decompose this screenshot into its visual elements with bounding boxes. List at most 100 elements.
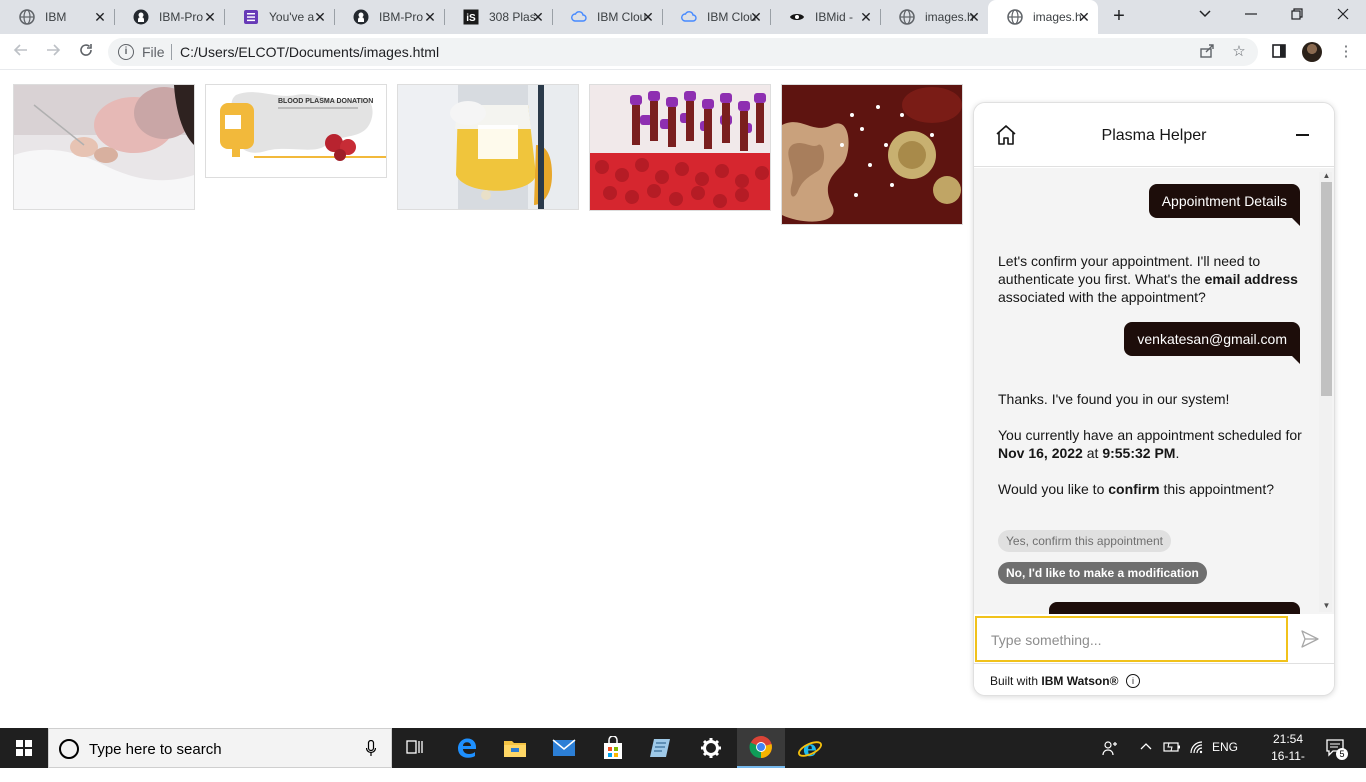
notes-app-icon[interactable] xyxy=(638,728,686,768)
url-text[interactable]: C:/Users/ELCOT/Documents/images.html xyxy=(180,44,439,60)
user-message: venkatesan@gmail.com xyxy=(1124,322,1300,364)
close-icon[interactable]: ✕ xyxy=(858,9,874,25)
new-tab-button[interactable]: + xyxy=(1109,6,1129,27)
internet-explorer-icon[interactable]: e xyxy=(786,728,834,768)
globe-icon xyxy=(1007,9,1023,25)
close-icon[interactable]: ✕ xyxy=(640,9,656,25)
plasma-bag-photo xyxy=(397,84,579,210)
close-icon[interactable]: ✕ xyxy=(92,9,108,25)
tab-plasma[interactable]: iS 308 Plas ✕ xyxy=(444,0,552,34)
cloud-icon xyxy=(571,9,587,25)
chevron-up-icon[interactable] xyxy=(1140,740,1152,755)
plasma-cells-illustration xyxy=(781,84,963,225)
chat-input-box[interactable] xyxy=(975,616,1288,662)
chat-messages: Appointment Details Let's confirm your a… xyxy=(974,168,1334,614)
option-confirm-button[interactable]: Yes, confirm this appointment xyxy=(998,530,1171,552)
ibm-eye-icon xyxy=(789,9,805,25)
browser-toolbar: i File C:/Users/ELCOT/Documents/images.h… xyxy=(0,34,1366,70)
profile-avatar[interactable] xyxy=(1302,42,1322,62)
close-icon[interactable]: ✕ xyxy=(1076,9,1092,25)
close-window-button[interactable] xyxy=(1333,6,1353,26)
taskbar-search-box[interactable]: Type here to search xyxy=(48,728,392,768)
store-icon[interactable] xyxy=(589,728,637,768)
search-icon xyxy=(59,739,79,759)
tab-ibm[interactable]: IBM ✕ xyxy=(0,0,114,34)
back-button[interactable] xyxy=(11,42,31,62)
scroll-down-icon[interactable]: ▼ xyxy=(1321,602,1332,610)
cloud-icon xyxy=(681,9,697,25)
bot-message: You currently have an appointment schedu… xyxy=(998,427,1302,461)
battery-icon[interactable] xyxy=(1163,740,1181,757)
forward-button[interactable] xyxy=(43,42,63,62)
settings-gear-icon[interactable] xyxy=(687,728,735,768)
tab-images-1[interactable]: images.h ✕ xyxy=(880,0,988,34)
tab-github-1[interactable]: IBM-Pro ✕ xyxy=(114,0,224,34)
close-icon[interactable]: ✕ xyxy=(312,9,328,25)
globe-icon xyxy=(19,9,35,25)
bot-message: Let's confirm your appointment. I'll nee… xyxy=(998,253,1298,305)
notification-count: 5 xyxy=(1336,748,1348,760)
notifications-icon[interactable]: 5 xyxy=(1326,738,1348,761)
tab-forms[interactable]: You've a ✕ xyxy=(224,0,334,34)
edge-icon[interactable] xyxy=(443,728,491,768)
scrollbar-thumb[interactable] xyxy=(1321,182,1332,396)
github-icon xyxy=(353,9,369,25)
info-icon[interactable]: i xyxy=(118,44,134,60)
infographic-title: BLOOD PLASMA DONATION xyxy=(278,98,373,105)
task-view-icon[interactable] xyxy=(392,728,440,768)
info-icon[interactable]: i xyxy=(1126,674,1140,688)
more-menu-icon[interactable]: ⋮ xyxy=(1337,43,1355,61)
svg-text:iS: iS xyxy=(466,13,476,24)
wifi-icon[interactable] xyxy=(1189,740,1205,757)
send-icon[interactable] xyxy=(1300,629,1320,649)
tab-label: IBM xyxy=(45,10,67,24)
reload-button[interactable] xyxy=(76,42,96,62)
chat-footer: Built with IBM Watson® i xyxy=(974,663,1334,695)
option-modify-button[interactable]: No, I'd like to make a modification xyxy=(998,562,1207,584)
github-icon xyxy=(133,9,149,25)
tab-strip: IBM ✕ IBM-Pro ✕ You've a ✕ IBM-Pro ✕ iS … xyxy=(0,0,1366,34)
taskbar-search-placeholder: Type here to search xyxy=(89,741,222,758)
bot-message: Would you like to confirm this appointme… xyxy=(998,481,1274,497)
people-icon[interactable] xyxy=(1102,740,1118,759)
close-icon[interactable]: ✕ xyxy=(966,9,982,25)
taskbar: Type here to search e ENG 21:54 16-11-20… xyxy=(0,728,1366,780)
chat-title: Plasma Helper xyxy=(1101,127,1207,144)
restore-button[interactable] xyxy=(1287,6,1307,26)
minimize-chat-icon[interactable] xyxy=(1296,134,1309,136)
language-indicator[interactable]: ENG xyxy=(1212,740,1238,754)
side-panel-icon[interactable] xyxy=(1270,43,1288,61)
file-explorer-icon[interactable] xyxy=(491,728,539,768)
tab-ibm-cloud-1[interactable]: IBM Clou ✕ xyxy=(552,0,662,34)
minimize-button[interactable] xyxy=(1241,6,1261,26)
chat-input[interactable] xyxy=(991,630,1271,650)
built-with-label: Built with IBM Watson® xyxy=(990,674,1119,688)
windows-start-button[interactable] xyxy=(0,728,48,768)
tab-ibm-cloud-2[interactable]: IBM Clou ✕ xyxy=(662,0,770,34)
bot-message: Thanks. I've found you in our system! xyxy=(998,391,1230,407)
bookmark-star-icon[interactable]: ☆ xyxy=(1230,43,1248,61)
close-icon[interactable]: ✕ xyxy=(422,9,438,25)
share-icon[interactable] xyxy=(1198,43,1216,61)
close-icon[interactable]: ✕ xyxy=(748,9,764,25)
tab-images-active[interactable]: images.h ✕ xyxy=(988,0,1098,34)
close-icon[interactable]: ✕ xyxy=(202,9,218,25)
address-divider xyxy=(171,44,172,60)
address-bar[interactable]: i File C:/Users/ELCOT/Documents/images.h… xyxy=(108,38,1258,66)
chrome-icon[interactable] xyxy=(737,728,785,768)
tab-github-2[interactable]: IBM-Pro ✕ xyxy=(334,0,444,34)
tab-search-chevron-icon[interactable] xyxy=(1195,6,1215,26)
chat-header: Plasma Helper xyxy=(974,103,1334,167)
mail-icon[interactable] xyxy=(540,728,588,768)
chat-scrollbar[interactable]: ▲ ▼ xyxy=(1319,172,1332,612)
tab-ibmid[interactable]: IBMid - ✕ xyxy=(770,0,880,34)
scroll-up-icon[interactable]: ▲ xyxy=(1321,172,1332,180)
close-icon[interactable]: ✕ xyxy=(530,9,546,25)
url-scheme: File xyxy=(142,44,165,60)
blood-test-tubes-photo xyxy=(589,84,771,211)
clock-time: 21:54 xyxy=(1272,732,1304,746)
clock-date: 16-11-2022 xyxy=(1271,749,1305,780)
microphone-icon[interactable] xyxy=(366,740,376,757)
chat-widget: Plasma Helper Appointment Details Let's … xyxy=(973,102,1335,696)
taskbar-clock[interactable]: 21:54 16-11-2022 xyxy=(1258,731,1318,782)
